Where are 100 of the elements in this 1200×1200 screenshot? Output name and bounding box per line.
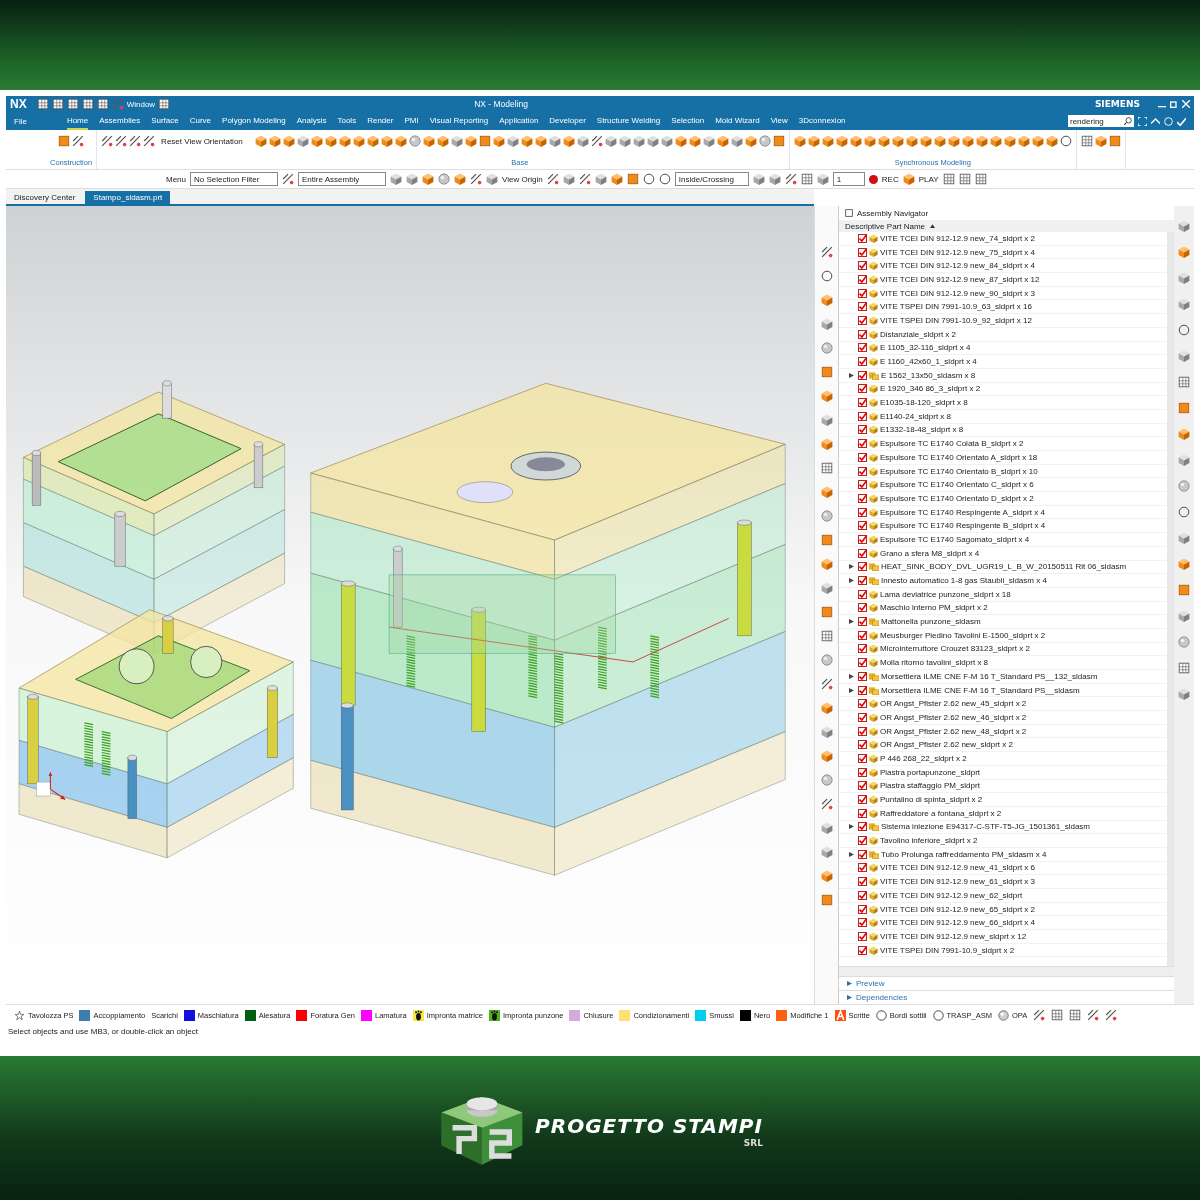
tree-item[interactable]: Espulsore TC E1740 Sagomato_sldprt x 4: [880, 534, 1030, 544]
checkbox[interactable]: [858, 261, 867, 271]
ribbon-tab[interactable]: Analysis: [296, 112, 327, 130]
square-icon[interactable]: [478, 135, 491, 147]
checkbox[interactable]: [858, 617, 867, 627]
tree-item[interactable]: VITE TSPEI DIN 7991-10.9_92_sldprt x 12: [880, 315, 1032, 325]
ribbon-tab[interactable]: Developer: [549, 112, 586, 130]
cube-icon[interactable]: [820, 870, 833, 882]
line-tool-icon[interactable]: [820, 246, 833, 258]
grid-icon[interactable]: [1178, 376, 1190, 388]
ribbon-tab[interactable]: Curve: [189, 112, 212, 130]
block-icon[interactable]: [1178, 688, 1190, 700]
cube-icon[interactable]: [1178, 558, 1190, 570]
tree-item[interactable]: Espulsore TC E1740 Orientato C_sldprt x 6: [880, 480, 1034, 490]
ribbon-tab[interactable]: Application: [499, 112, 539, 130]
close-icon[interactable]: [1182, 100, 1190, 108]
cube-icon[interactable]: [422, 135, 435, 147]
search-field[interactable]: rendering: [1068, 115, 1134, 127]
tree-item[interactable]: E 1920_346 86_3_sldprt x 2: [880, 384, 981, 394]
record-icon[interactable]: [868, 174, 878, 184]
line-tool-icon[interactable]: [784, 173, 797, 185]
cube-icon[interactable]: [422, 173, 434, 185]
section-link[interactable]: Dependencies: [856, 993, 908, 1002]
count-dropdown[interactable]: 1: [832, 172, 865, 186]
line-tool-icon[interactable]: [1087, 1009, 1100, 1021]
expand-icon[interactable]: [847, 981, 852, 986]
block-icon[interactable]: [1178, 350, 1190, 362]
tree-item[interactable]: Sistema iniezione E94317-C-STF-T5-JG_1501361_sldasm: [881, 822, 1090, 832]
ribbon-tab[interactable]: View: [770, 112, 788, 130]
square-icon[interactable]: [626, 173, 639, 185]
cube-icon[interactable]: [807, 135, 820, 147]
checkbox[interactable]: [858, 945, 867, 955]
expand-icon[interactable]: [849, 851, 854, 857]
block-icon[interactable]: [820, 414, 833, 426]
block-icon[interactable]: [632, 135, 645, 147]
block-icon[interactable]: [820, 582, 833, 594]
checkbox[interactable]: [858, 315, 867, 325]
cube-icon[interactable]: [820, 438, 833, 450]
grid-icon[interactable]: [942, 173, 955, 185]
sphere-icon[interactable]: [820, 342, 833, 354]
line-tool-icon[interactable]: [129, 135, 142, 147]
block-icon[interactable]: [562, 173, 575, 185]
circle-icon[interactable]: [1178, 506, 1190, 518]
square-icon[interactable]: [58, 135, 71, 147]
block-icon[interactable]: [506, 135, 519, 147]
toolbar-button[interactable]: REC: [881, 174, 899, 184]
sphere-icon[interactable]: [438, 173, 450, 185]
checkbox[interactable]: [858, 302, 867, 312]
scrollbar[interactable]: [839, 966, 1174, 976]
grid-icon[interactable]: [81, 98, 94, 110]
checkbox[interactable]: [858, 247, 867, 257]
grid-icon[interactable]: [158, 98, 171, 110]
tree-item[interactable]: Molla ritorno tavolini_sldprt x 8: [880, 658, 989, 668]
tree-item[interactable]: E 1160_42x60_1_sldprt x 4: [880, 357, 977, 367]
block-icon[interactable]: [820, 822, 833, 834]
cube-icon[interactable]: [716, 135, 729, 147]
checkbox[interactable]: [858, 274, 867, 284]
cube-icon[interactable]: [902, 173, 915, 185]
checkbox[interactable]: [858, 562, 867, 572]
line-tool-icon[interactable]: [820, 678, 833, 690]
cube-icon[interactable]: [877, 135, 890, 147]
square-icon[interactable]: [1108, 135, 1121, 147]
tree-item[interactable]: OR Angst_Pfister 2.62 new_48_sldprt x 2: [880, 726, 1027, 736]
cube-icon[interactable]: [534, 135, 547, 147]
cube-icon[interactable]: [1094, 135, 1107, 147]
circle-icon[interactable]: [820, 270, 833, 282]
block-icon[interactable]: [390, 173, 402, 185]
block-icon[interactable]: [604, 135, 617, 147]
cube-icon[interactable]: [744, 135, 757, 147]
cube-icon[interactable]: [989, 135, 1002, 147]
checkbox[interactable]: [858, 630, 867, 640]
ribbon-tab[interactable]: 3Dconnexion: [798, 112, 846, 130]
collapse-icon[interactable]: [1151, 116, 1160, 126]
cube-icon[interactable]: [947, 135, 960, 147]
tree-item[interactable]: VITE TCEI DIN 912-12.9 new_66_sldprt x 4: [880, 918, 1036, 928]
checkmark-icon[interactable]: [1177, 116, 1186, 126]
tree-item[interactable]: Puntalino di spinta_sldprt x 2: [880, 795, 983, 805]
tree-item[interactable]: Tubo Prolunga raffreddamento PM_sldasm x 4: [881, 849, 1047, 859]
block-icon[interactable]: [576, 135, 589, 147]
cube-icon[interactable]: [1031, 135, 1044, 147]
checkbox[interactable]: [858, 671, 867, 681]
cube-icon[interactable]: [820, 702, 833, 714]
block-icon[interactable]: [820, 318, 833, 330]
checkbox[interactable]: [858, 343, 867, 353]
checkbox[interactable]: [858, 521, 867, 531]
block-icon[interactable]: [1178, 532, 1190, 544]
grid-icon[interactable]: [820, 462, 833, 474]
cube-icon[interactable]: [1003, 135, 1016, 147]
tree-item[interactable]: VITE TCEI DIN 912-12.9 new_65_sldprt x 2: [880, 904, 1036, 914]
ribbon-tab[interactable]: Mold Wizard: [715, 112, 760, 130]
selection-filter-dropdown[interactable]: No Selection Filter: [190, 172, 278, 186]
grid-icon[interactable]: [51, 98, 64, 110]
checkbox[interactable]: [858, 329, 867, 339]
ribbon-tab[interactable]: Visual Reporting: [429, 112, 489, 130]
cube-icon[interactable]: [961, 135, 974, 147]
cube-icon[interactable]: [820, 558, 833, 570]
ribbon-tab[interactable]: Tools: [337, 112, 357, 130]
tree-item[interactable]: E 1562_13x50_sldasm x 8: [881, 370, 976, 380]
block-icon[interactable]: [816, 173, 829, 185]
selection-mode-dropdown[interactable]: Inside/Crossing: [674, 172, 749, 186]
